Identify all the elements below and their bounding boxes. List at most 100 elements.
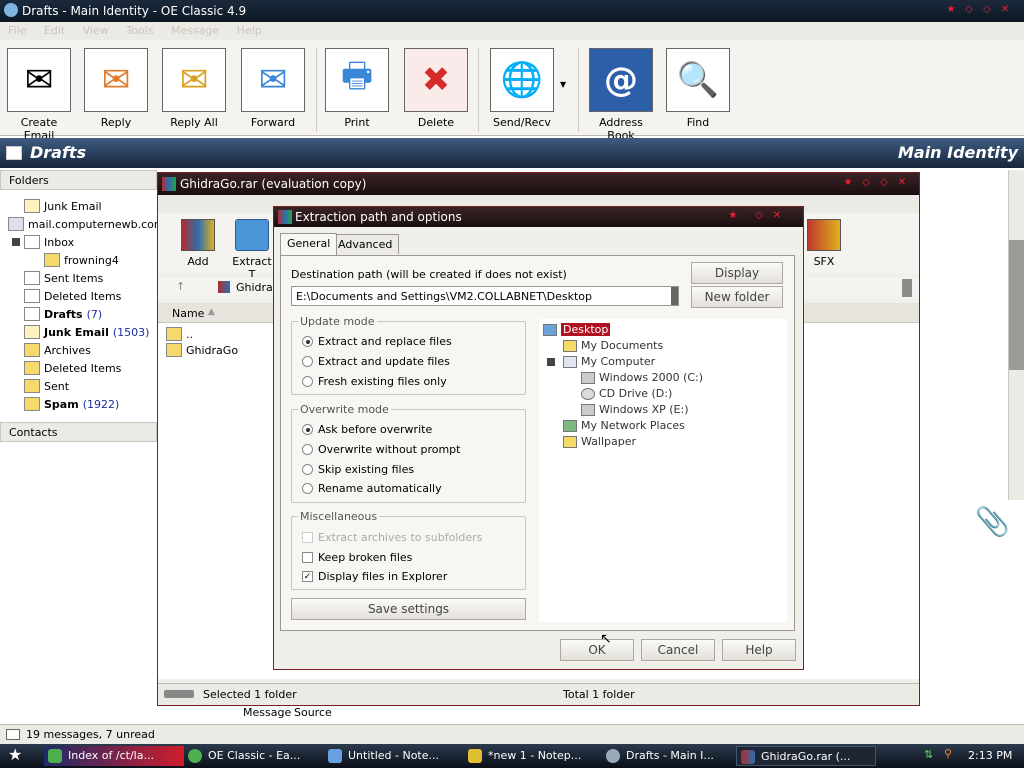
tree-item-my-documents[interactable]: My Documents <box>563 339 663 352</box>
create-email-button[interactable]: ✉ Create Email <box>5 48 73 142</box>
menu-message[interactable]: Message <box>171 24 219 37</box>
extract-to-button[interactable]: Extract T <box>228 219 276 281</box>
star-icon[interactable]: ★ <box>841 176 855 190</box>
scrollbar-thumb[interactable] <box>1009 240 1024 370</box>
tree-item-wallpaper[interactable]: Wallpaper <box>563 435 636 448</box>
folder-deleted-items[interactable]: Deleted Items <box>24 287 121 305</box>
reply-button[interactable]: ✉ Reply <box>82 48 150 129</box>
dialog-titlebar[interactable]: Extraction path and options ★ ◇ ✕ <box>274 207 803 227</box>
contacts-header[interactable]: Contacts <box>0 422 157 442</box>
tree-item-network-places[interactable]: My Network Places <box>563 419 685 432</box>
column-name[interactable]: Name <box>172 307 204 320</box>
folder-archives[interactable]: Archives <box>24 341 91 359</box>
help-button[interactable]: Help <box>722 639 796 661</box>
folder-tree-view[interactable]: Desktop My Documents My Computer Windows… <box>539 319 787 622</box>
folder-deleted-items-2[interactable]: Deleted Items <box>24 359 121 377</box>
tree-item-drive-e[interactable]: Windows XP (E:) <box>581 403 689 416</box>
folder-sent-items[interactable]: Sent Items <box>24 269 103 287</box>
preview-tab-source[interactable]: Source <box>294 706 332 719</box>
folder-sent[interactable]: Sent <box>24 377 69 395</box>
address-book-button[interactable]: @ Address Book <box>587 48 655 142</box>
tree-item-desktop[interactable]: Desktop <box>543 323 611 336</box>
send-recv-button[interactable]: 🌐 Send/Recv <box>488 48 556 129</box>
tab-general[interactable]: General <box>280 233 338 255</box>
radio-button[interactable] <box>302 424 313 435</box>
new-folder-button[interactable]: New folder <box>691 286 783 308</box>
close-button[interactable]: ✕ <box>998 3 1012 17</box>
display-button[interactable]: Display <box>691 262 783 284</box>
radio-button[interactable] <box>302 444 313 455</box>
checkbox[interactable] <box>302 532 313 543</box>
radio-overwrite-without-prompt[interactable]: Overwrite without prompt <box>302 443 460 456</box>
radio-button[interactable] <box>302 464 313 475</box>
path-dropdown-button[interactable] <box>671 287 678 305</box>
message-list-scrollbar[interactable] <box>1008 170 1024 500</box>
tray-arrow-icon[interactable]: ⇅ <box>924 748 933 761</box>
tree-item-drive-c[interactable]: Windows 2000 (C:) <box>581 371 703 384</box>
tray-search-icon[interactable]: ⚲ <box>944 747 952 760</box>
winrar-titlebar[interactable]: GhidraGo.rar (evaluation copy) ★ ◇ ◇ ✕ <box>158 173 919 195</box>
find-button[interactable]: 🔍 Find <box>664 48 732 129</box>
tree-item-drive-d[interactable]: CD Drive (D:) <box>581 387 672 400</box>
send-recv-dropdown-icon[interactable]: ▼ <box>560 80 566 89</box>
task-drafts[interactable]: Drafts - Main I... <box>602 746 732 766</box>
folder-frowning4[interactable]: frowning4 <box>44 251 119 269</box>
star-icon[interactable]: ★ <box>944 3 958 17</box>
sfx-button[interactable]: SFX <box>804 219 844 268</box>
checkbox-keep-broken[interactable]: Keep broken files <box>302 551 412 564</box>
task-winrar[interactable]: GhidraGo.rar (... <box>736 746 876 766</box>
folder-inbox[interactable]: Inbox <box>12 233 74 251</box>
ok-button[interactable]: OK <box>560 639 634 661</box>
file-row[interactable]: GhidraGo <box>166 341 238 359</box>
collapse-icon[interactable] <box>547 357 555 366</box>
radio-button[interactable] <box>302 483 313 494</box>
destination-path-input[interactable]: E:\Documents and Settings\VM2.COLLABNET\… <box>291 286 679 306</box>
folder-junk-email[interactable]: Junk Email <box>24 197 102 215</box>
add-button[interactable]: Add <box>178 219 218 268</box>
menu-view[interactable]: View <box>83 24 109 37</box>
radio-rename-automatically[interactable]: Rename automatically <box>302 482 442 495</box>
radio-button[interactable] <box>302 376 313 387</box>
checkbox[interactable] <box>302 552 313 563</box>
up-arrow-icon[interactable]: ↑ <box>176 280 185 293</box>
expand-icon[interactable] <box>12 238 20 246</box>
task-notepad-plus[interactable]: *new 1 - Notep... <box>464 746 604 766</box>
reply-all-button[interactable]: ✉ Reply All <box>160 48 228 129</box>
minimize-button[interactable]: ◇ <box>962 3 976 17</box>
preview-tab-message[interactable]: Message <box>243 706 291 719</box>
task-oe-classic[interactable]: OE Classic - Ea... <box>184 746 324 766</box>
radio-skip-existing[interactable]: Skip existing files <box>302 463 414 476</box>
tab-advanced[interactable]: Advanced <box>331 234 400 254</box>
main-titlebar[interactable]: Drafts - Main Identity - OE Classic 4.9 … <box>0 0 1024 22</box>
maximize-button[interactable]: ◇ <box>877 176 891 190</box>
menu-tools[interactable]: Tools <box>126 24 153 37</box>
task-untitled-notepad[interactable]: Untitled - Note... <box>324 746 464 766</box>
menu-file[interactable]: File <box>8 24 26 37</box>
save-settings-button[interactable]: Save settings <box>291 598 526 620</box>
print-button[interactable]: 🖶 Print <box>323 48 391 129</box>
start-star-icon[interactable]: ★ <box>8 747 22 763</box>
forward-button[interactable]: ✉ Forward <box>239 48 307 129</box>
task-index[interactable]: Index of /ct/la... <box>44 746 184 766</box>
folder-drafts[interactable]: Drafts (7) <box>24 305 102 323</box>
account-node[interactable]: mail.computernewb.com <box>8 215 165 233</box>
menu-help[interactable]: Help <box>237 24 262 37</box>
close-button[interactable]: ✕ <box>770 209 784 223</box>
tree-item-my-computer[interactable]: My Computer <box>547 355 655 368</box>
close-button[interactable]: ✕ <box>895 176 909 190</box>
maximize-button[interactable]: ◇ <box>980 3 994 17</box>
path-dropdown[interactable] <box>902 279 912 297</box>
radio-button[interactable] <box>302 356 313 367</box>
checkbox-extract-subfolders[interactable]: Extract archives to subfolders <box>302 531 482 544</box>
radio-ask-before[interactable]: Ask before overwrite <box>302 423 432 436</box>
minimize-button[interactable]: ◇ <box>859 176 873 190</box>
delete-button[interactable]: ✖ Delete <box>402 48 470 129</box>
radio-fresh-existing[interactable]: Fresh existing files only <box>302 375 447 388</box>
radio-extract-update[interactable]: Extract and update files <box>302 355 450 368</box>
folder-spam[interactable]: Spam (1922) <box>24 395 119 413</box>
folder-junk-email-2[interactable]: Junk Email (1503) <box>24 323 149 341</box>
checkbox-display-explorer[interactable]: ✓ Display files in Explorer <box>302 570 447 583</box>
star-icon[interactable]: ★ <box>726 209 740 223</box>
checkbox-checked[interactable]: ✓ <box>302 571 313 582</box>
cancel-button[interactable]: Cancel <box>641 639 715 661</box>
